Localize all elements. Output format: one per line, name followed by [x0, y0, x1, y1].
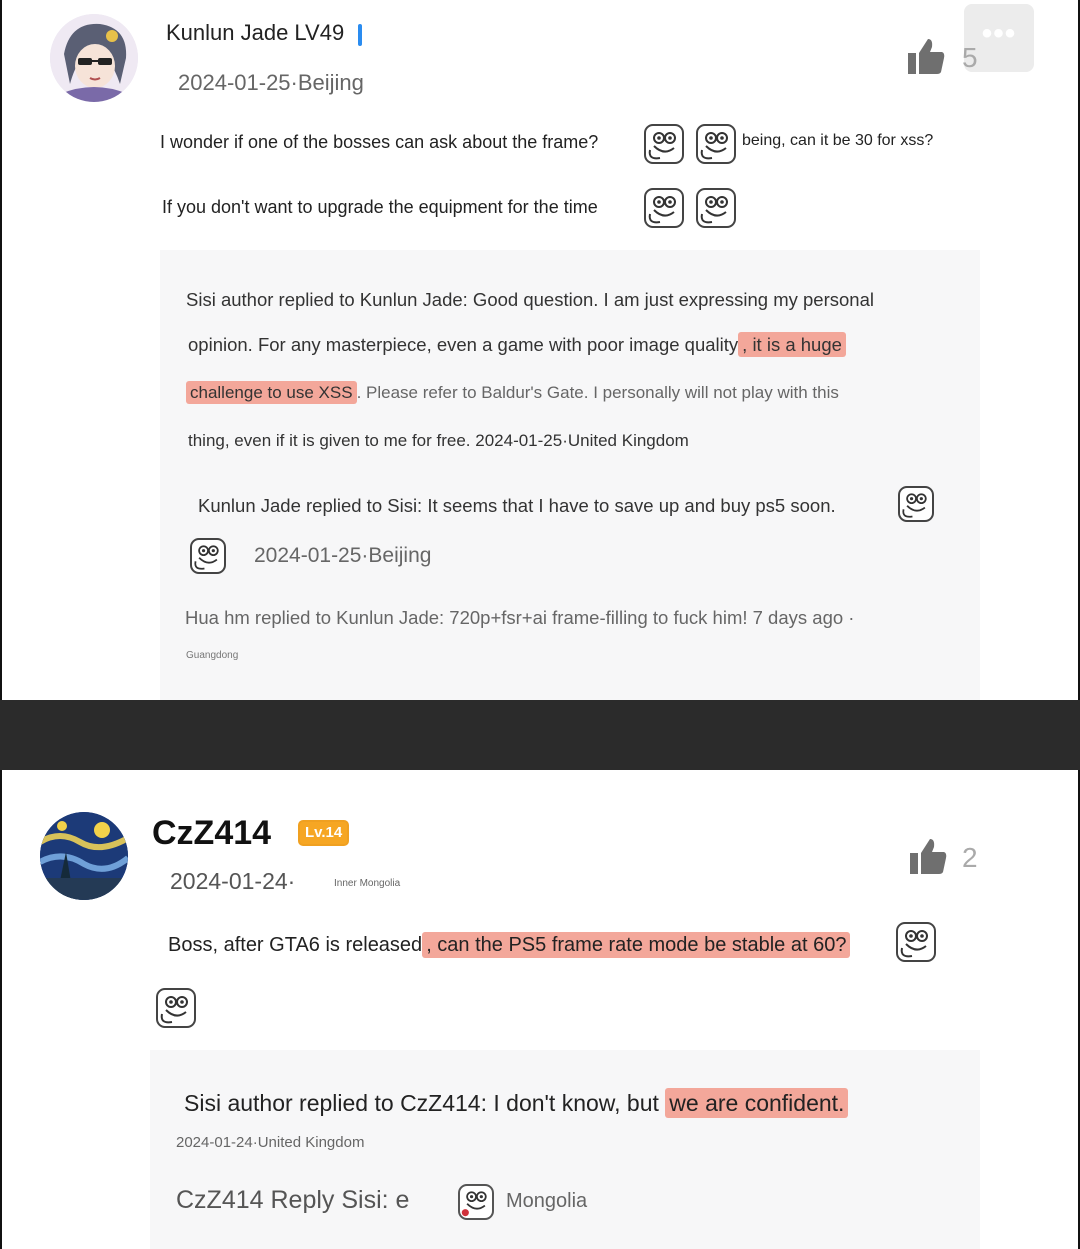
- sticker-icon: [898, 486, 934, 522]
- thumbs-up-icon: [910, 839, 947, 874]
- reply-text[interactable]: Kunlun Jade replied to Sisi: It seems th…: [198, 495, 836, 517]
- date: 2024-01-24·: [170, 868, 296, 894]
- reply-text[interactable]: Hua hm replied to Kunlun Jade: 720p+fsr+…: [185, 607, 854, 629]
- reply-location: Mongolia: [506, 1190, 588, 1212]
- comment-text: Boss, after GTA6 is released, can the PS…: [168, 932, 851, 958]
- highlight: , it is a huge: [738, 332, 846, 357]
- comment-text-tail: being, can it be 30 for xss?: [742, 132, 934, 149]
- reply-text[interactable]: Sisi author replied to Kunlun Jade: Good…: [186, 289, 874, 311]
- reply-text-part: . Please refer to Baldur's Gate. I perso…: [356, 383, 839, 402]
- comment-text-line: If you don't want to upgrade the equipme…: [162, 197, 598, 217]
- avatar[interactable]: [50, 14, 138, 102]
- reply-text[interactable]: Sisi author replied to CzZ414: I don't k…: [184, 1088, 849, 1118]
- reply-text-part: Sisi author replied to CzZ414: I don't k…: [184, 1090, 666, 1116]
- reply-text[interactable]: challenge to use XSS. Please refer to Ba…: [186, 381, 839, 404]
- like-count: 2: [962, 842, 978, 873]
- sticker-icon: [696, 124, 736, 164]
- reply-text-part: opinion. For any masterpiece, even a gam…: [188, 334, 739, 355]
- username[interactable]: CzZ414: [152, 814, 271, 853]
- comment-panel-1: Kunlun Jade LV49 2024-01-25·Beijing ••• …: [0, 0, 1080, 700]
- reply-text[interactable]: CzZ414 Reply Sisi: e: [176, 1186, 409, 1215]
- sticker-icon: [896, 922, 936, 962]
- sticker-icon: [156, 988, 196, 1028]
- comment-text-line: I wonder if one of the bosses can ask ab…: [160, 132, 599, 152]
- level-indicator: [358, 24, 362, 46]
- reply-date: 2024-01-24·United Kingdom: [176, 1134, 365, 1151]
- username[interactable]: Kunlun Jade LV49: [166, 20, 344, 46]
- reply-thread: [160, 250, 980, 700]
- sticker-icon: [696, 188, 736, 228]
- highlight: we are confident.: [665, 1088, 849, 1118]
- highlight: , can the PS5 frame rate mode be stable …: [422, 932, 851, 958]
- thumbs-up-icon: [908, 39, 945, 74]
- reply-location: Guangdong: [186, 650, 239, 661]
- sticker-icon: [644, 124, 684, 164]
- screenshot-divider: [0, 700, 1080, 770]
- sticker-icon: [458, 1184, 494, 1220]
- like-button[interactable]: [908, 836, 948, 885]
- reply-text[interactable]: thing, even if it is given to me for fre…: [188, 431, 689, 451]
- sticker-icon: [190, 538, 226, 574]
- reply-date: 2024-01-25·Beijing: [254, 544, 432, 567]
- like-count: 5: [962, 42, 978, 73]
- comment-text-part: Boss, after GTA6 is released: [168, 934, 423, 956]
- avatar[interactable]: [40, 812, 128, 900]
- highlight: challenge to use XSS: [186, 381, 357, 404]
- date-location: 2024-01-25·Beijing: [178, 70, 364, 95]
- level-badge: Lv.14: [298, 820, 350, 846]
- reply-text[interactable]: opinion. For any masterpiece, even a gam…: [188, 332, 846, 357]
- like-button[interactable]: [906, 36, 946, 85]
- location: Inner Mongolia: [334, 878, 401, 889]
- more-dots-icon: •••: [981, 17, 1017, 50]
- sticker-icon: [644, 188, 684, 228]
